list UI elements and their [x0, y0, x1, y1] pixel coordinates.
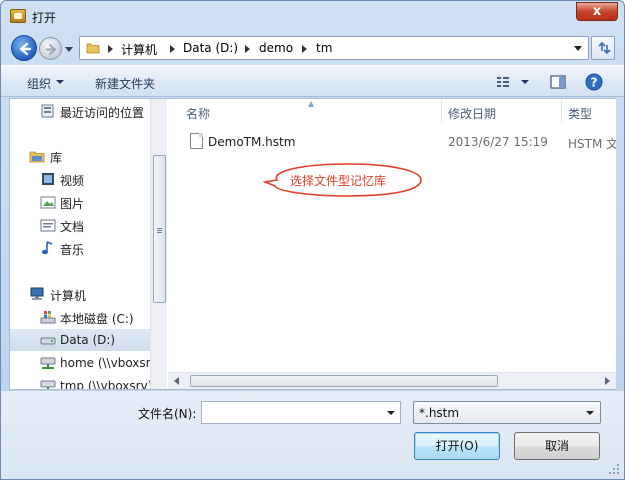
- grip-icon: [157, 228, 162, 229]
- crumb-separator-icon[interactable]: [170, 45, 175, 53]
- address-bar[interactable]: 计算机 Data (D:) demo tm: [79, 36, 589, 60]
- filename-history-dropdown-icon[interactable]: [387, 411, 395, 415]
- nav-item-label: 音乐: [60, 243, 85, 257]
- nav-library[interactable]: 库: [10, 145, 150, 167]
- nav-item-label: 计算机: [50, 289, 87, 303]
- picture-icon: [40, 196, 56, 209]
- dialog-footer: 文件名(N): *.hstm 打开(O) 取消: [1, 391, 624, 479]
- nav-pictures[interactable]: 图片: [10, 191, 150, 213]
- annotation-text: 选择文件型记忆库: [290, 174, 387, 188]
- network-drive-icon: [40, 357, 56, 369]
- view-options-icon[interactable]: [495, 73, 513, 91]
- refresh-button[interactable]: [591, 36, 615, 60]
- app-icon: [10, 9, 26, 23]
- folder-icon: [86, 43, 100, 54]
- crumb-separator-icon[interactable]: [108, 45, 113, 53]
- refresh-icon: [598, 41, 611, 55]
- nav-computer[interactable]: 计算机: [10, 283, 150, 305]
- svg-text:?: ?: [591, 76, 598, 90]
- resize-grip-icon[interactable]: [608, 463, 620, 475]
- nav-item-label: 视频: [60, 174, 85, 188]
- arrow-left-icon: [19, 42, 32, 56]
- navigation-scrollbar[interactable]: [150, 99, 167, 389]
- local-disk-icon: [40, 311, 56, 324]
- file-list[interactable]: 名称 ▲ 修改日期 类型 DemoTM.hstm 2013/6/27 15:19…: [168, 99, 616, 389]
- video-icon: [42, 173, 54, 185]
- new-folder-button[interactable]: 新建文件夹: [95, 75, 155, 92]
- nav-item-label: 图片: [60, 197, 85, 211]
- crumb-demo[interactable]: demo: [259, 41, 293, 55]
- scrollbar-thumb[interactable]: [153, 155, 166, 303]
- nav-music[interactable]: 音乐: [10, 237, 150, 259]
- nav-recent-places[interactable]: 最近访问的位置: [10, 100, 150, 122]
- column-header-type[interactable]: 类型: [568, 99, 616, 123]
- file-type-filter-value: *.hstm: [419, 406, 460, 420]
- nav-item-label: 最近访问的位置: [60, 106, 145, 120]
- file-list-horizontal-scrollbar[interactable]: [168, 372, 616, 389]
- recent-pages-dropdown-icon[interactable]: [65, 45, 73, 53]
- nav-item-label: tmp (\\vboxsrv): [60, 379, 153, 389]
- recent-places-icon: [41, 104, 54, 118]
- filename-input[interactable]: [201, 401, 401, 424]
- crumb-computer[interactable]: 计算机: [121, 41, 157, 58]
- back-button[interactable]: [11, 35, 37, 61]
- open-dialog: 打开 x 计算机 Data (D:) demo tm 组织 新建文件夹 ? 最近…: [0, 0, 625, 480]
- help-icon[interactable]: ?: [585, 73, 603, 91]
- crumb-separator-icon[interactable]: [302, 45, 307, 53]
- window-title: 打开: [32, 11, 57, 25]
- nav-videos[interactable]: 视频: [10, 168, 150, 190]
- crumb-data-drive[interactable]: Data (D:): [183, 41, 238, 55]
- chevron-down-icon: [586, 411, 594, 415]
- crumb-tm[interactable]: tm: [316, 41, 332, 55]
- nav-item-label: 库: [50, 151, 63, 165]
- crumb-separator-icon[interactable]: [245, 45, 250, 53]
- music-icon: [42, 241, 53, 255]
- file-type: HSTM 文: [568, 137, 616, 151]
- file-modified: 2013/6/27 15:19: [448, 135, 548, 149]
- document-icon: [40, 219, 56, 232]
- nav-data-drive[interactable]: Data (D:): [10, 329, 150, 351]
- library-icon: [29, 151, 45, 163]
- drive-icon: [40, 337, 56, 345]
- forward-button[interactable]: [39, 37, 62, 60]
- scroll-left-icon[interactable]: [174, 377, 179, 385]
- browser-panes: 最近访问的位置 库 视频 图片 文档 音乐 计算机 本地磁盘 (C:) Data…: [9, 98, 616, 390]
- open-button[interactable]: 打开(O): [414, 432, 500, 460]
- nav-item-label: 本地磁盘 (C:): [60, 312, 134, 326]
- network-drive-icon: [40, 380, 56, 389]
- arrow-right-icon: [46, 44, 56, 55]
- nav-item-label: 文档: [60, 220, 85, 234]
- nav-item-label: Data (D:): [60, 333, 116, 347]
- nav-documents[interactable]: 文档: [10, 214, 150, 236]
- title-bar[interactable]: 打开 x: [1, 1, 624, 31]
- preview-pane-icon[interactable]: [549, 73, 567, 91]
- filename-label: 文件名(N):: [138, 407, 197, 421]
- computer-icon: [30, 287, 44, 300]
- view-dropdown-icon[interactable]: [521, 80, 529, 84]
- file-name: DemoTM.hstm: [208, 135, 296, 149]
- sort-ascending-icon: ▲: [308, 99, 315, 108]
- address-row: 计算机 Data (D:) demo tm: [1, 31, 624, 65]
- address-dropdown-icon[interactable]: [574, 46, 582, 51]
- column-header-modified[interactable]: 修改日期: [448, 99, 562, 123]
- file-row[interactable]: DemoTM.hstm 2013/6/27 15:19 HSTM 文: [168, 131, 616, 153]
- nav-tmp-share[interactable]: tmp (\\vboxsrv): [10, 375, 153, 389]
- organize-dropdown-icon[interactable]: [56, 80, 64, 84]
- nav-item-label: home (\\vboxsr: [60, 356, 151, 370]
- command-toolbar: 组织 新建文件夹 ?: [1, 65, 624, 97]
- organize-button[interactable]: 组织: [27, 75, 51, 92]
- scrollbar-thumb[interactable]: [190, 375, 498, 387]
- nav-home-share[interactable]: home (\\vboxsr: [10, 352, 151, 374]
- close-button[interactable]: x: [576, 2, 618, 21]
- file-type-filter[interactable]: *.hstm: [413, 401, 601, 424]
- scroll-right-icon[interactable]: [605, 377, 610, 385]
- nav-local-disk-c[interactable]: 本地磁盘 (C:): [10, 306, 150, 328]
- navigation-pane[interactable]: 最近访问的位置 库 视频 图片 文档 音乐 计算机 本地磁盘 (C:) Data…: [10, 99, 167, 389]
- file-icon: [190, 133, 203, 149]
- cancel-button[interactable]: 取消: [514, 432, 600, 460]
- annotation-callout: 选择文件型记忆库: [263, 161, 426, 199]
